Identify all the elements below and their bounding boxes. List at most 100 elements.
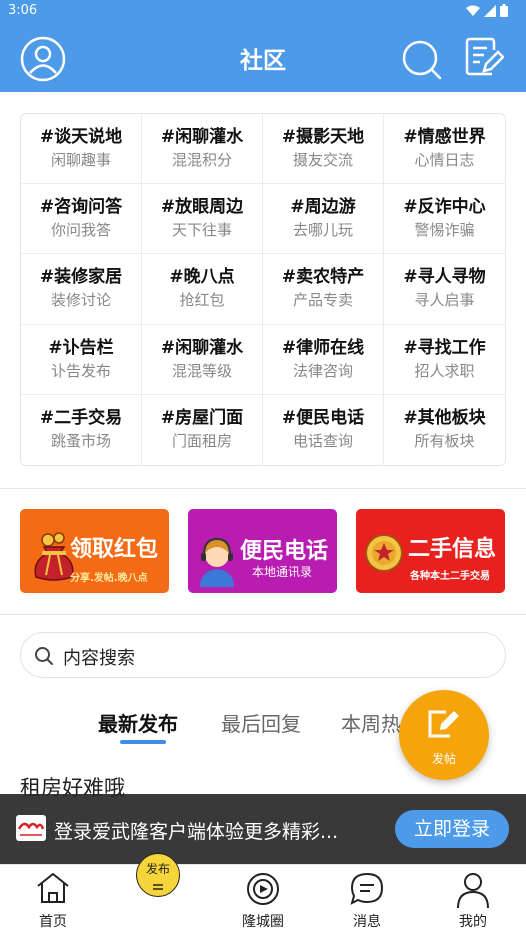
wifi-icon: [466, 5, 480, 16]
board-title: #二手交易: [39, 408, 123, 429]
board-subtitle: 法律咨询: [292, 361, 353, 380]
tab-latest[interactable]: 最新发布: [98, 708, 178, 737]
board-subtitle: 你问我答: [50, 221, 111, 240]
board-cell[interactable]: #周边游去哪儿玩: [263, 184, 384, 255]
operator-icon: [200, 537, 234, 587]
board-subtitle: 抢红包: [179, 291, 225, 310]
board-title: #反诈中心: [403, 197, 486, 218]
banner-title: 便民电话: [240, 539, 329, 564]
board-title: #情感世界: [403, 127, 486, 148]
search-placeholder: 内容搜索: [63, 648, 135, 669]
phone-directory-banner[interactable]: 便民电话 本地通讯录: [188, 509, 337, 593]
banner-subtitle: 本地通讯录: [252, 565, 313, 579]
new-post-fab[interactable]: 发帖: [399, 690, 489, 780]
person-icon: [457, 873, 489, 909]
board-subtitle: 所有板块: [414, 432, 475, 451]
board-cell[interactable]: #反诈中心警惕诈骗: [384, 184, 505, 255]
board-cell[interactable]: #卖农特产产品专卖: [263, 254, 384, 325]
board-cell[interactable]: #便民电话电话查询: [263, 394, 384, 465]
red-packet-banner[interactable]: 领取红包 分享.发帖.晚八点: [20, 509, 169, 593]
board-cell[interactable]: #情感世界心情日志: [384, 114, 505, 185]
board-cell[interactable]: #咨询问答 你问我答: [21, 184, 142, 255]
board-subtitle: 寻人启事: [414, 291, 475, 310]
nav-messages[interactable]: 消息: [327, 865, 407, 936]
board-cell[interactable]: #房屋门面门面租房: [142, 394, 263, 465]
board-subtitle: 门面租房: [171, 432, 232, 451]
board-subtitle: 产品专卖: [292, 291, 353, 310]
nav-label: 隆城圈: [242, 914, 284, 930]
board-title: #寻人寻物: [403, 267, 486, 288]
tab-weekly-hot[interactable]: 本周热: [341, 708, 401, 737]
app-logo: [16, 815, 46, 841]
bottom-nav: 首页 隆城圈 消息 我的: [0, 864, 526, 936]
search-icon: [35, 647, 53, 665]
board-cell[interactable]: #闲聊灌水混混等级: [142, 324, 263, 395]
board-cell[interactable]: #谈天说地 闲聊趣事: [21, 114, 142, 185]
board-title: #放眼周边: [160, 197, 244, 218]
board-cell[interactable]: #放眼周边天下往事: [142, 184, 263, 255]
board-title: #装修家居: [39, 267, 123, 288]
system-icons: [466, 4, 508, 17]
compose-icon[interactable]: [464, 36, 504, 80]
board-title: #便民电话: [281, 408, 365, 429]
nav-profile[interactable]: 我的: [433, 865, 513, 936]
board-subtitle: 混混等级: [171, 361, 232, 380]
board-subtitle: 天下往事: [171, 221, 232, 240]
secondhand-banner[interactable]: 二手信息 各种本土二手交易: [356, 509, 505, 593]
login-button[interactable]: 立即登录: [395, 810, 509, 848]
board-title: #卖农特产: [281, 267, 365, 288]
publish-button[interactable]: 发布: [136, 853, 180, 897]
search-input[interactable]: 内容搜索: [20, 632, 506, 678]
status-bar: 3:06: [0, 0, 526, 22]
board-title: #律师在线: [281, 337, 365, 358]
board-subtitle: 警惕诈骗: [414, 221, 475, 240]
nav-label: 消息: [353, 914, 381, 930]
board-title: #讣告栏: [48, 337, 114, 358]
board-cell[interactable]: #闲聊灌水混混积分: [142, 114, 263, 185]
banner-title: 领取红包: [70, 537, 159, 562]
equals-icon: [153, 884, 163, 890]
board-subtitle: 心情日志: [414, 151, 475, 170]
fab-label: 发帖: [431, 752, 456, 766]
board-cell[interactable]: #其他板块 所有板块: [384, 395, 505, 465]
banner-title: 二手信息: [408, 537, 497, 562]
board-cell[interactable]: #二手交易 跳蚤市场: [21, 394, 142, 465]
board-subtitle: 去哪儿玩: [292, 221, 353, 240]
board-cell[interactable]: #寻找工作 招人求职: [384, 325, 505, 395]
board-title: #周边游: [290, 197, 356, 218]
page-title: 社区: [240, 48, 286, 74]
board-cell[interactable]: #晚八点抢红包: [142, 254, 263, 325]
board-title: #闲聊灌水: [160, 127, 244, 148]
board-cell[interactable]: #讣告栏 讣告发布: [21, 324, 142, 395]
search-icon[interactable]: [400, 38, 444, 82]
board-title: #晚八点: [169, 267, 235, 288]
tab-indicator: [120, 740, 166, 744]
message-icon: [350, 872, 384, 905]
status-time: 3:06: [8, 3, 38, 18]
board-cell[interactable]: #装修家居装修讨论: [21, 254, 142, 325]
publish-label: 发布: [145, 862, 170, 876]
banner-subtitle: 分享.发帖.晚八点: [70, 573, 148, 584]
board-title: #房屋门面: [160, 408, 244, 429]
circle-icon: [247, 873, 279, 905]
board-title: #谈天说地: [39, 127, 123, 148]
nav-home[interactable]: 首页: [13, 865, 93, 936]
board-cell[interactable]: #摄影天地 摄友交流: [263, 114, 384, 185]
board-subtitle: 摄友交流: [292, 151, 353, 170]
login-prompt-bar: 登录爱武隆客户端体验更多精彩... 立即登录: [0, 794, 526, 864]
section-divider: [0, 614, 526, 615]
board-subtitle: 混混积分: [171, 151, 232, 170]
battery-icon: [500, 4, 508, 17]
login-prompt-text: 登录爱武隆客户端体验更多精彩...: [54, 821, 339, 843]
tab-last-reply[interactable]: 最后回复: [221, 708, 301, 737]
board-subtitle: 招人求职: [414, 361, 475, 380]
board-cell[interactable]: #寻人寻物寻人启事: [384, 254, 505, 325]
edit-icon: [428, 710, 459, 738]
signal-icon: [484, 4, 496, 17]
nav-circle[interactable]: 隆城圈: [223, 865, 303, 936]
nav-label: 我的: [459, 914, 487, 930]
board-cell[interactable]: #律师在线法律咨询: [263, 324, 384, 395]
board-subtitle: 电话查询: [292, 432, 353, 451]
board-subtitle: 装修讨论: [50, 291, 111, 310]
board-title: #闲聊灌水: [160, 337, 244, 358]
